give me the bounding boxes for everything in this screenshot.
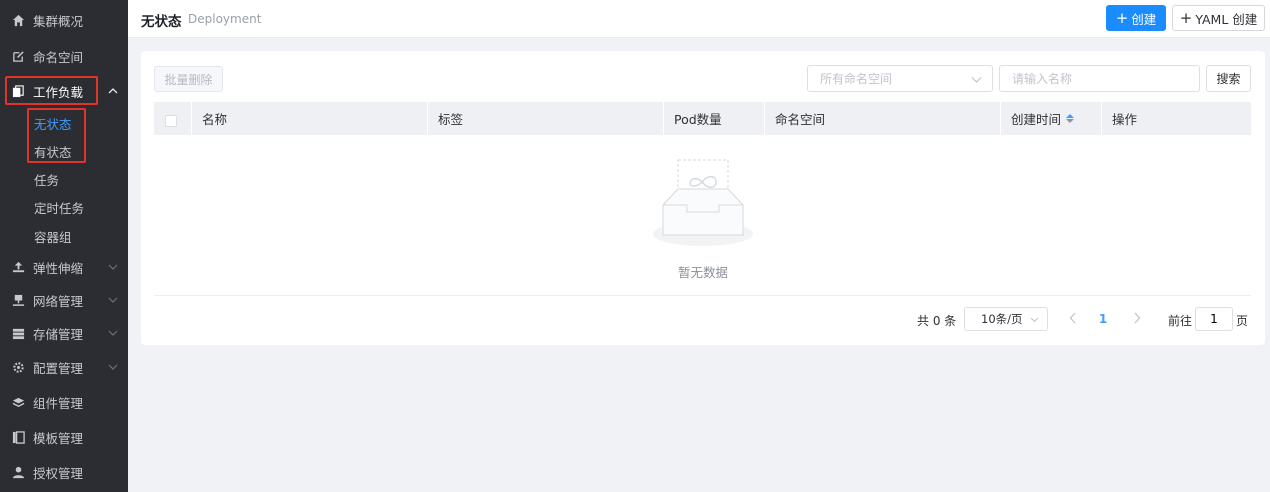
page-header: 无状态 Deployment + 创建 + YAML 创建: [128, 0, 1270, 38]
page-number-current[interactable]: 1: [1095, 312, 1111, 326]
copy-icon: [11, 84, 25, 98]
batch-delete-button[interactable]: 批量删除: [154, 66, 223, 92]
sidebar-item-label: 集群概况: [33, 13, 84, 29]
sidebar-subitem-stateless[interactable]: 无状态: [34, 112, 72, 134]
network-icon: [11, 293, 25, 307]
sidebar-item-namespace[interactable]: 命名空间: [0, 41, 128, 71]
column-created-time[interactable]: 创建时间: [1001, 102, 1102, 135]
scale-icon: [11, 260, 25, 274]
gear-icon: [11, 360, 25, 374]
sidebar-item-autoscaling[interactable]: 弹性伸缩: [0, 252, 128, 282]
sidebar-item-config[interactable]: 配置管理: [0, 352, 128, 382]
create-button[interactable]: + 创建: [1106, 5, 1166, 31]
sidebar-item-templates[interactable]: 模板管理: [0, 422, 128, 452]
chevron-down-icon: [108, 330, 118, 336]
plus-icon: +: [1115, 8, 1129, 27]
layers-icon: [11, 395, 25, 409]
table-header-select: [154, 102, 192, 135]
sidebar-item-network[interactable]: 网络管理: [0, 285, 128, 315]
home-icon: [11, 13, 25, 27]
sidebar-item-label: 授权管理: [33, 465, 84, 481]
chevron-right-icon: [1134, 312, 1141, 324]
sidebar-subitem-cronjob[interactable]: 定时任务: [34, 196, 84, 218]
create-button-label: 创建: [1131, 11, 1157, 27]
sidebar-item-workload[interactable]: 工作负载: [0, 76, 128, 106]
yaml-create-button-label: YAML 创建: [1195, 11, 1258, 27]
sidebar-item-authorization[interactable]: 授权管理: [0, 457, 128, 487]
goto-page-input[interactable]: [1195, 307, 1233, 331]
sidebar-subitem-stateful[interactable]: 有状态: [34, 140, 72, 162]
sidebar-item-label: 存储管理: [33, 326, 84, 342]
yaml-create-button[interactable]: + YAML 创建: [1172, 5, 1265, 31]
sidebar-item-label: 工作负载: [33, 84, 84, 100]
sidebar-item-storage[interactable]: 存储管理: [0, 318, 128, 348]
column-pod-count: Pod数量: [664, 102, 765, 135]
column-name: 名称: [192, 102, 428, 135]
chevron-down-icon: [108, 297, 118, 303]
sidebar-item-components[interactable]: 组件管理: [0, 387, 128, 417]
sidebar-item-label: 命名空间: [33, 49, 84, 65]
empty-state-text: 暂无数据: [677, 265, 728, 280]
edit-icon: [11, 49, 25, 63]
sidebar-item-label: 弹性伸缩: [33, 260, 84, 276]
page-suffix: 页: [1236, 314, 1249, 328]
column-namespace: 命名空间: [765, 102, 1001, 135]
table-header: 名称 标签 Pod数量 命名空间 创建时间 操作: [154, 102, 1251, 135]
goto-label: 前往: [1168, 314, 1193, 328]
chevron-down-icon: [108, 364, 118, 370]
deployment-list-card: 批量删除 所有命名空间 搜索 名称 标签 Pod数量 命名空间 创建时间 操作 …: [141, 51, 1265, 345]
namespace-select-placeholder: 所有命名空间: [820, 72, 893, 86]
page-subtitle: Deployment: [188, 12, 262, 26]
sidebar-item-label: 组件管理: [33, 395, 84, 411]
chevron-down-icon: [1030, 317, 1039, 323]
sidebar-subitem-pod[interactable]: 容器组: [34, 225, 72, 247]
sidebar-subitem-job[interactable]: 任务: [34, 168, 59, 190]
chevron-up-icon: [108, 88, 118, 94]
name-search-input[interactable]: [999, 65, 1200, 92]
sidebar-item-label: 配置管理: [33, 360, 84, 376]
chevron-down-icon: [108, 264, 118, 270]
sidebar-item-cluster-overview[interactable]: 集群概况: [0, 5, 128, 35]
chevron-down-icon: [971, 77, 982, 83]
page-size-value: 10条/页: [981, 312, 1023, 326]
column-actions: 操作: [1112, 112, 1138, 127]
sidebar-item-label: 网络管理: [33, 293, 84, 309]
template-icon: [11, 430, 25, 444]
page-size-select[interactable]: 10条/页: [964, 307, 1048, 331]
next-page-button[interactable]: [1130, 310, 1144, 326]
prev-page-button[interactable]: [1066, 310, 1080, 326]
column-created-time-label: 创建时间: [1011, 112, 1062, 127]
namespace-select[interactable]: 所有命名空间: [807, 65, 993, 92]
search-button[interactable]: 搜索: [1206, 65, 1251, 92]
pagination-total: 共 0 条: [917, 314, 957, 328]
empty-box-icon: [653, 159, 753, 246]
table-bottom-divider: [154, 295, 1251, 296]
page-title: 无状态: [141, 14, 182, 30]
sort-icon[interactable]: [1066, 114, 1075, 123]
user-icon: [11, 465, 25, 479]
plus-icon: +: [1179, 8, 1193, 27]
column-labels: 标签: [428, 102, 664, 135]
chevron-left-icon: [1069, 312, 1076, 324]
storage-icon: [11, 326, 25, 340]
sidebar: 集群概况 命名空间 工作负载 无状态 有状态 任务 定时任务 容器组 弹性伸缩 …: [0, 0, 128, 492]
sidebar-item-label: 模板管理: [33, 430, 84, 446]
select-all-checkbox[interactable]: [165, 115, 177, 127]
